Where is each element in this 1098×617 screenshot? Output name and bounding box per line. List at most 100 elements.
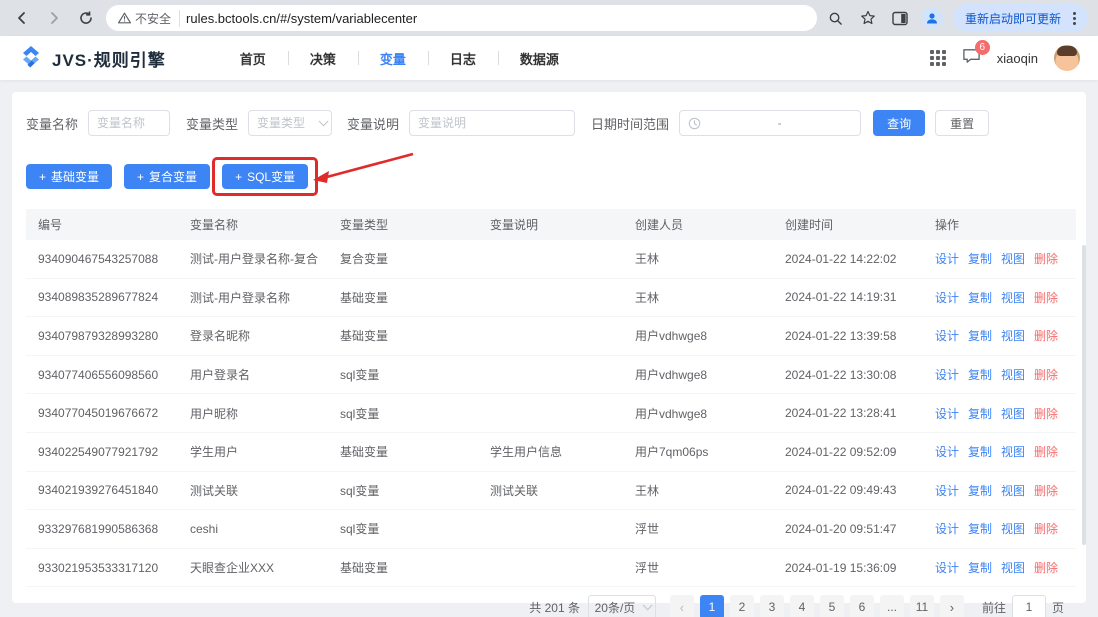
design-link[interactable]: 设计 <box>935 484 959 498</box>
copy-link[interactable]: 复制 <box>968 522 992 536</box>
screen: 不安全 rules.bctools.cn/#/system/variablece… <box>0 0 1098 617</box>
profile-icon[interactable] <box>921 7 943 29</box>
nav-item-datasource[interactable]: 数据源 <box>498 49 581 68</box>
next-page-button[interactable]: › <box>940 595 964 617</box>
view-link[interactable]: 视图 <box>1001 445 1025 459</box>
view-link[interactable]: 视图 <box>1001 368 1025 382</box>
reload-icon[interactable] <box>74 6 98 30</box>
view-link[interactable]: 视图 <box>1001 484 1025 498</box>
view-link[interactable]: 视图 <box>1001 329 1025 343</box>
messages-icon[interactable]: 6 <box>962 47 981 70</box>
cell-name: 学生用户 <box>190 443 340 460</box>
design-link[interactable]: 设计 <box>935 445 959 459</box>
cell-name: 登录名昵称 <box>190 327 340 344</box>
delete-link[interactable]: 删除 <box>1034 252 1058 266</box>
url-text: rules.bctools.cn/#/system/variablecenter <box>186 11 417 26</box>
view-link[interactable]: 视图 <box>1001 252 1025 266</box>
design-link[interactable]: 设计 <box>935 252 959 266</box>
search-button[interactable]: 查询 <box>873 110 925 136</box>
copy-link[interactable]: 复制 <box>968 252 992 266</box>
cell-created: 2024-01-19 15:36:09 <box>785 561 935 575</box>
nav-item-logs[interactable]: 日志 <box>428 49 498 68</box>
address-bar[interactable]: 不安全 rules.bctools.cn/#/system/variablece… <box>106 5 817 31</box>
delete-link[interactable]: 删除 <box>1034 561 1058 575</box>
view-link[interactable]: 视图 <box>1001 407 1025 421</box>
view-link[interactable]: 视图 <box>1001 561 1025 575</box>
desc-filter-input[interactable] <box>409 110 575 136</box>
chrome-menu-icon[interactable] <box>1067 8 1082 29</box>
design-link[interactable]: 设计 <box>935 407 959 421</box>
cell-name: ceshi <box>190 522 340 536</box>
copy-link[interactable]: 复制 <box>968 407 992 421</box>
delete-link[interactable]: 删除 <box>1034 291 1058 305</box>
prev-page-button[interactable]: ‹ <box>670 595 694 617</box>
design-link[interactable]: 设计 <box>935 522 959 536</box>
name-filter-input[interactable] <box>88 110 170 136</box>
cell-created: 2024-01-20 09:51:47 <box>785 522 935 536</box>
page-ellipsis-button[interactable]: ... <box>880 595 904 617</box>
forward-icon[interactable] <box>42 6 66 30</box>
nav-item-decision[interactable]: 决策 <box>288 49 358 68</box>
back-icon[interactable] <box>10 6 34 30</box>
row-actions: 设计复制视图删除 <box>935 443 1076 460</box>
side-panel-icon[interactable] <box>889 7 911 29</box>
view-link[interactable]: 视图 <box>1001 522 1025 536</box>
copy-link[interactable]: 复制 <box>968 484 992 498</box>
nav-item-variables[interactable]: 变量 <box>358 49 428 68</box>
apps-grid-icon[interactable] <box>930 50 946 66</box>
table-header: 编号变量名称变量类型变量说明创建人员创建时间操作 <box>26 209 1076 240</box>
table-row: 934090467543257088测试-用户登录名称-复合复合变量王林2024… <box>26 240 1076 279</box>
cell-id: 934079879328993280 <box>38 329 190 343</box>
username[interactable]: xiaoqin <box>997 51 1038 66</box>
view-link[interactable]: 视图 <box>1001 291 1025 305</box>
delete-link[interactable]: 删除 <box>1034 407 1058 421</box>
security-chip[interactable]: 不安全 <box>118 10 180 27</box>
cell-creator: 王林 <box>635 289 785 306</box>
page-button-3[interactable]: 3 <box>760 595 784 617</box>
page-size-select[interactable]: 20条/页 <box>588 595 656 617</box>
delete-link[interactable]: 删除 <box>1034 445 1058 459</box>
copy-link[interactable]: 复制 <box>968 291 992 305</box>
row-actions: 设计复制视图删除 <box>935 327 1076 344</box>
delete-link[interactable]: 删除 <box>1034 484 1058 498</box>
page-button-6[interactable]: 6 <box>850 595 874 617</box>
delete-link[interactable]: 删除 <box>1034 522 1058 536</box>
delete-link[interactable]: 删除 <box>1034 329 1058 343</box>
add-basic-variable-button[interactable]: +基础变量 <box>26 164 112 189</box>
row-actions: 设计复制视图删除 <box>935 405 1076 422</box>
goto-page-input[interactable] <box>1012 595 1046 617</box>
cell-id: 934090467543257088 <box>38 252 190 266</box>
app-header: JVS·规则引擎 首页决策变量日志数据源 6 xiaoqin <box>0 36 1098 80</box>
design-link[interactable]: 设计 <box>935 368 959 382</box>
cell-name: 用户登录名 <box>190 366 340 383</box>
page-button-1[interactable]: 1 <box>700 595 724 617</box>
daterange-separator: - <box>707 116 852 130</box>
design-link[interactable]: 设计 <box>935 329 959 343</box>
nav-item-home[interactable]: 首页 <box>218 49 288 68</box>
add-composite-variable-button[interactable]: +复合变量 <box>124 164 210 189</box>
table-scrollbar[interactable] <box>1082 245 1086 545</box>
daterange-input[interactable]: - <box>679 110 861 136</box>
delete-link[interactable]: 删除 <box>1034 368 1058 382</box>
copy-link[interactable]: 复制 <box>968 561 992 575</box>
avatar[interactable] <box>1054 45 1080 71</box>
type-filter-select[interactable] <box>248 110 332 136</box>
reset-button[interactable]: 重置 <box>935 110 989 136</box>
copy-link[interactable]: 复制 <box>968 445 992 459</box>
page-button-11[interactable]: 11 <box>910 595 934 617</box>
restart-update-button[interactable]: 重新启动即可更新 <box>953 4 1088 32</box>
page-button-5[interactable]: 5 <box>820 595 844 617</box>
copy-link[interactable]: 复制 <box>968 368 992 382</box>
add-sql-variable-button[interactable]: +SQL变量 <box>222 164 308 189</box>
page-size-value: 20条/页 <box>595 599 636 616</box>
name-filter-label: 变量名称 <box>26 114 78 133</box>
design-link[interactable]: 设计 <box>935 561 959 575</box>
page-button-4[interactable]: 4 <box>790 595 814 617</box>
bookmark-star-icon[interactable] <box>857 7 879 29</box>
copy-link[interactable]: 复制 <box>968 329 992 343</box>
design-link[interactable]: 设计 <box>935 291 959 305</box>
page-button-2[interactable]: 2 <box>730 595 754 617</box>
search-icon[interactable] <box>825 7 847 29</box>
type-filter-input[interactable] <box>248 110 332 136</box>
brand[interactable]: JVS·规则引擎 <box>18 45 166 71</box>
